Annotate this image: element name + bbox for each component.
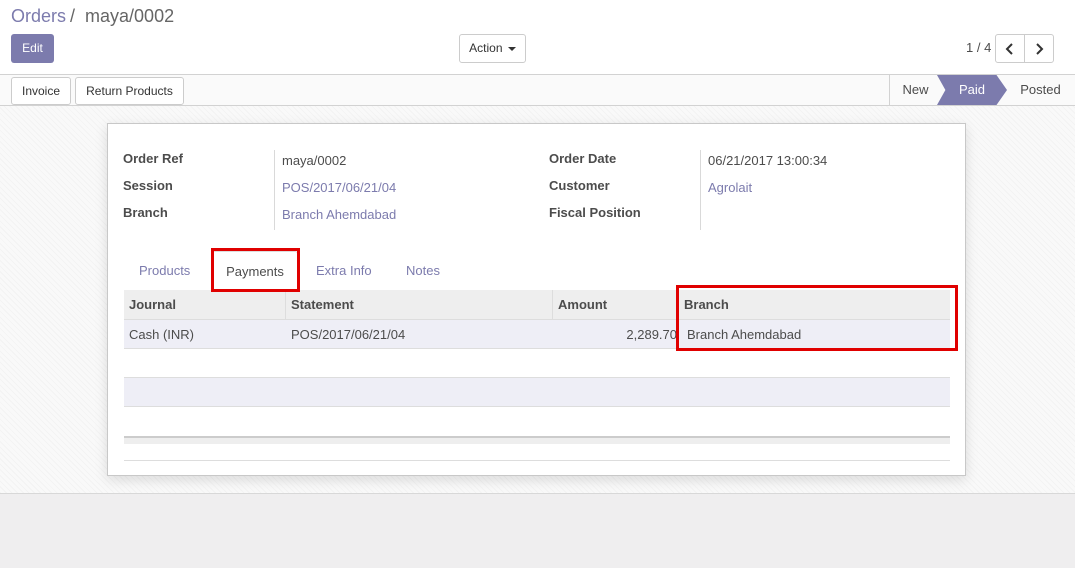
cell-journal: Cash (INR): [129, 327, 195, 342]
sheet-divider: [124, 460, 950, 461]
fiscal-position-label: Fiscal Position: [549, 205, 641, 220]
pager-next-button[interactable]: [1024, 34, 1054, 63]
customer-link[interactable]: Agrolait: [708, 180, 752, 195]
session-label: Session: [123, 178, 173, 193]
table-empty-row: [124, 377, 950, 407]
pager-previous-button[interactable]: [995, 34, 1025, 63]
table-row[interactable]: Cash (INR) POS/2017/06/21/04 2,289.70 Br…: [124, 320, 950, 349]
control-panel: Orders / maya/0002 Edit Action 1 / 4: [0, 0, 1075, 74]
breadcrumb-separator: /: [70, 6, 76, 26]
chevron-left-icon: [1005, 42, 1013, 55]
branch-label: Branch: [123, 205, 168, 220]
invoice-button[interactable]: Invoice: [11, 77, 71, 105]
order-date-label: Order Date: [549, 151, 617, 166]
stage-posted[interactable]: Posted: [1006, 75, 1075, 105]
form-statusbar: Invoice Return Products New Paid Posted: [0, 74, 1075, 106]
column-header-journal[interactable]: Journal: [124, 290, 286, 320]
order-date-value: 06/21/2017 13:00:34: [708, 153, 828, 168]
form-sheet: Order Ref Session Branch maya/0002 POS/2…: [107, 123, 966, 476]
caret-down-icon: [507, 46, 516, 51]
notebook-tabs: Products Payments Extra Info Notes: [124, 251, 950, 292]
tab-products[interactable]: Products: [139, 251, 190, 291]
return-products-button[interactable]: Return Products: [75, 77, 184, 105]
payments-table: Journal Statement Amount Branch Cash (IN…: [124, 290, 950, 349]
field-divider-left: [274, 150, 275, 230]
stage-new[interactable]: New: [889, 75, 941, 105]
breadcrumb-current: maya/0002: [85, 6, 175, 26]
table-header: Journal Statement Amount Branch: [124, 290, 950, 320]
branch-link[interactable]: Branch Ahemdabad: [282, 207, 396, 222]
table-footer: [124, 436, 950, 444]
tab-payments[interactable]: Payments: [212, 251, 298, 292]
chevron-right-icon: [1036, 42, 1044, 55]
tab-notes[interactable]: Notes: [406, 251, 440, 291]
order-ref-label: Order Ref: [123, 151, 183, 166]
edit-button[interactable]: Edit: [11, 34, 54, 63]
breadcrumb-orders-link[interactable]: Orders: [11, 6, 66, 26]
order-ref-value: maya/0002: [282, 153, 347, 168]
breadcrumb: Orders / maya/0002: [11, 6, 174, 26]
action-label: Action: [469, 41, 503, 55]
stage-paid[interactable]: Paid: [937, 75, 1007, 105]
cell-statement: POS/2017/06/21/04: [291, 327, 406, 342]
session-link[interactable]: POS/2017/06/21/04: [282, 180, 396, 195]
tab-extra-info[interactable]: Extra Info: [316, 251, 372, 291]
customer-label: Customer: [549, 178, 610, 193]
column-header-branch[interactable]: Branch: [679, 290, 950, 320]
cell-amount: 2,289.70: [626, 327, 677, 342]
column-header-amount[interactable]: Amount: [553, 290, 679, 320]
pager-value: 1 / 4: [966, 40, 992, 55]
cell-branch: Branch Ahemdabad: [687, 327, 802, 342]
column-header-statement[interactable]: Statement: [286, 290, 553, 320]
action-dropdown-button[interactable]: Action: [459, 34, 526, 63]
field-divider-right: [700, 150, 701, 230]
